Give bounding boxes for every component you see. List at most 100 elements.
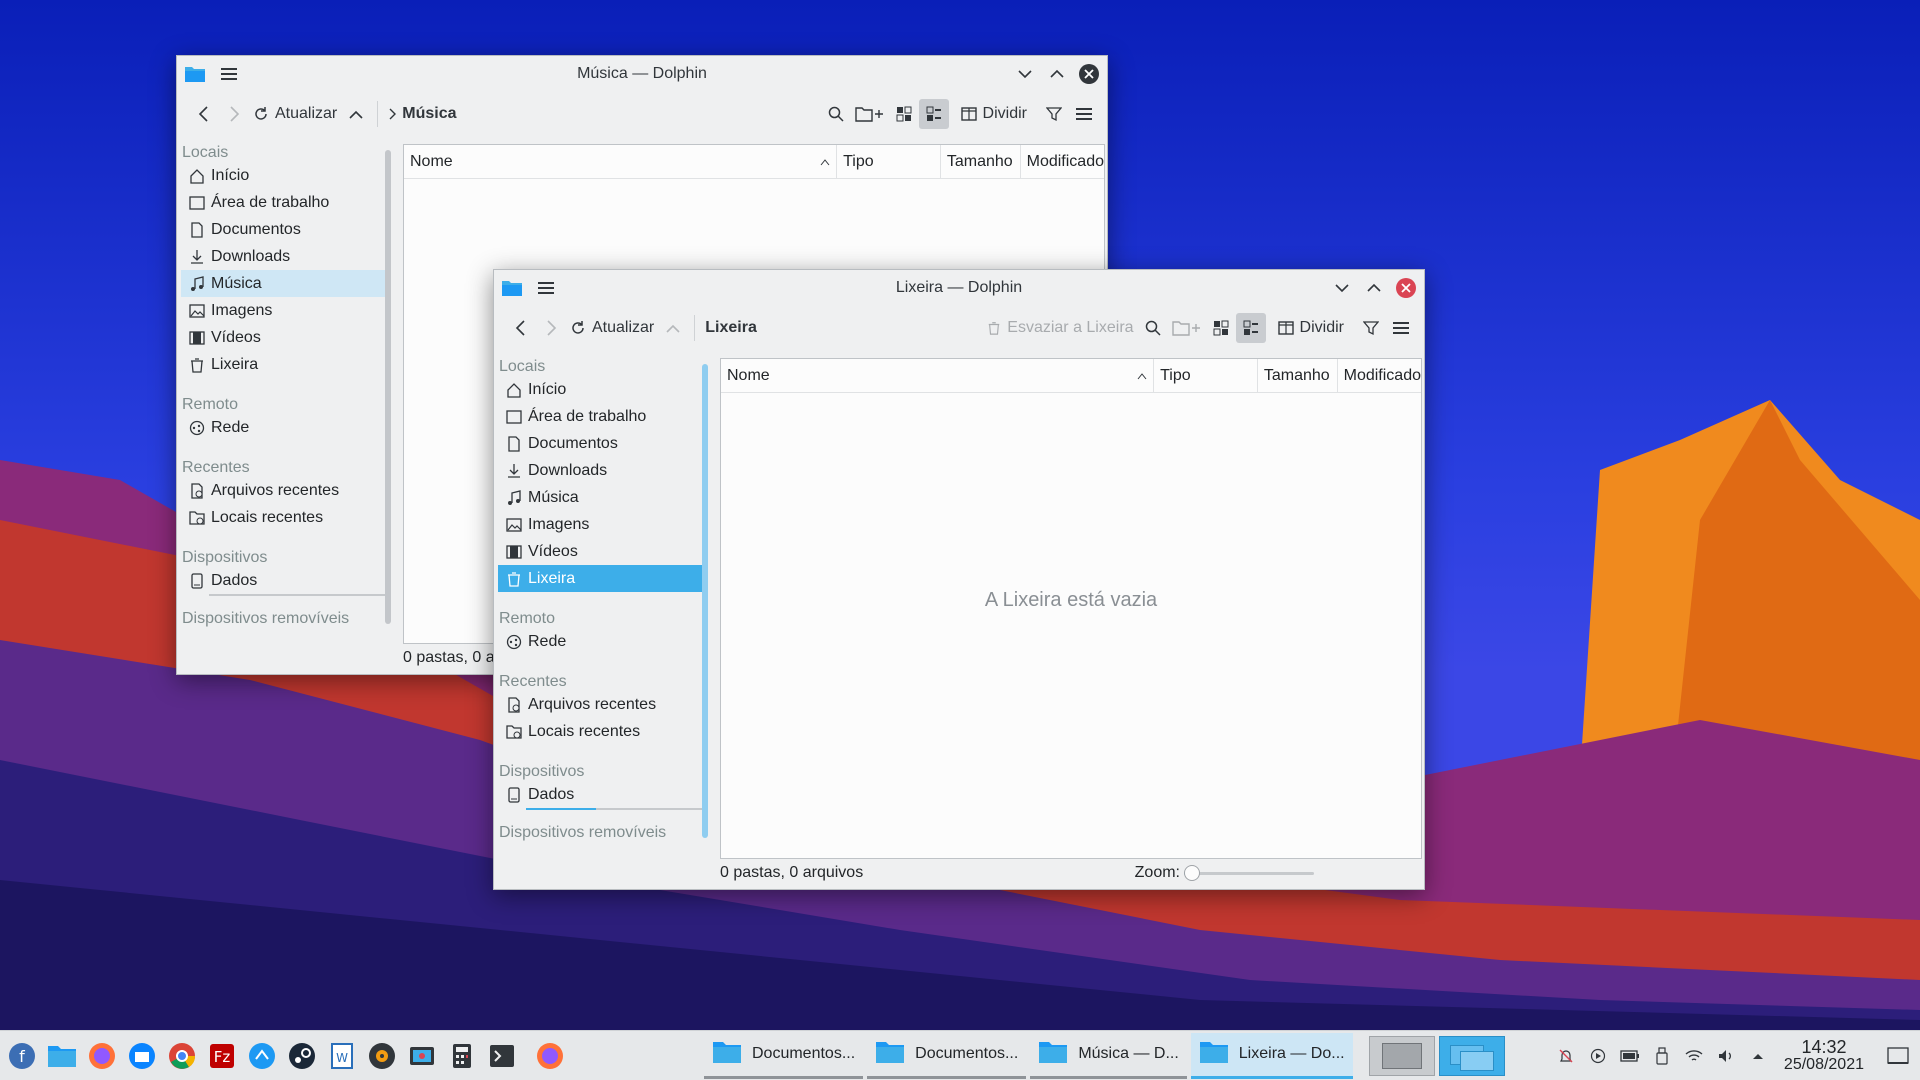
fedora-icon[interactable]: f bbox=[2, 1036, 42, 1076]
refresh-button[interactable]: Atualizar bbox=[566, 313, 658, 343]
sidebar-item-documentos[interactable]: Documentos bbox=[181, 216, 391, 243]
icons-view-button[interactable] bbox=[1206, 313, 1236, 343]
column-tamanho[interactable]: Tamanho bbox=[1258, 359, 1338, 393]
sidebar-item-recent-locations[interactable]: Locais recentes bbox=[181, 504, 391, 531]
file-view[interactable]: Nome Tipo Tamanho Modificado A Lixeira e… bbox=[720, 358, 1422, 859]
split-button[interactable]: Dividir bbox=[957, 99, 1031, 129]
breadcrumb[interactable]: Música bbox=[384, 99, 460, 129]
sidebar-scrollbar[interactable] bbox=[702, 364, 708, 838]
files-icon[interactable] bbox=[42, 1036, 82, 1076]
chrome-icon[interactable] bbox=[162, 1036, 202, 1076]
new-folder-button[interactable] bbox=[851, 99, 889, 129]
menu-button[interactable] bbox=[1069, 99, 1099, 129]
tray-expand-icon[interactable] bbox=[1742, 1040, 1774, 1072]
firefox-icon[interactable] bbox=[82, 1036, 122, 1076]
sidebar-item-imagens[interactable]: Imagens bbox=[498, 511, 708, 538]
share-icon[interactable] bbox=[242, 1036, 282, 1076]
close-button[interactable] bbox=[1394, 276, 1418, 300]
sidebar-item-recent-files[interactable]: Arquivos recentes bbox=[498, 691, 708, 718]
sidebar-item-inicio[interactable]: Início bbox=[181, 162, 391, 189]
minimize-button[interactable] bbox=[1330, 276, 1354, 300]
digital-clock[interactable]: 14:32 25/08/2021 bbox=[1784, 1038, 1864, 1074]
breadcrumb-current[interactable]: Lixeira bbox=[705, 319, 757, 337]
breadcrumb-current[interactable]: Música bbox=[402, 105, 456, 123]
maximize-button[interactable] bbox=[1362, 276, 1386, 300]
sidebar-item-recent-locations[interactable]: Locais recentes bbox=[498, 718, 708, 745]
sidebar-item-rede[interactable]: Rede bbox=[498, 628, 708, 655]
task-documentos-1[interactable]: Documentos... bbox=[704, 1033, 864, 1079]
column-modificado[interactable]: Modificado bbox=[1021, 145, 1104, 179]
icons-view-button[interactable] bbox=[889, 99, 919, 129]
split-button[interactable]: Dividir bbox=[1274, 313, 1348, 343]
sidebar-item-dados[interactable]: Dados bbox=[498, 781, 708, 808]
menu-button[interactable] bbox=[1386, 313, 1416, 343]
sidebar-item-dados[interactable]: Dados bbox=[181, 567, 391, 594]
task-lixeira[interactable]: Lixeira — Do... bbox=[1190, 1032, 1353, 1079]
filter-button[interactable] bbox=[1356, 313, 1386, 343]
sidebar-item-musica[interactable]: Música bbox=[498, 484, 708, 511]
pager-desktop-1[interactable] bbox=[1368, 1035, 1435, 1076]
sidebar-scrollbar[interactable] bbox=[385, 150, 391, 624]
maximize-button[interactable] bbox=[1045, 62, 1069, 86]
sidebar-item-desktop[interactable]: Área de trabalho bbox=[498, 403, 708, 430]
sidebar-item-documentos[interactable]: Documentos bbox=[498, 430, 708, 457]
compact-view-button[interactable] bbox=[918, 99, 949, 129]
go-up-button[interactable] bbox=[658, 313, 688, 343]
minimize-button[interactable] bbox=[1013, 62, 1037, 86]
thunderbird-icon[interactable] bbox=[122, 1036, 162, 1076]
battery-icon[interactable] bbox=[1614, 1040, 1646, 1072]
column-nome[interactable]: Nome bbox=[404, 145, 838, 179]
screenshot-icon[interactable] bbox=[402, 1036, 442, 1076]
firefox-icon[interactable] bbox=[530, 1036, 570, 1076]
sidebar-item-videos[interactable]: Vídeos bbox=[498, 538, 708, 565]
titlebar[interactable]: Lixeira — Dolphin bbox=[494, 270, 1424, 306]
back-button[interactable] bbox=[506, 313, 536, 343]
sidebar-item-inicio[interactable]: Início bbox=[498, 376, 708, 403]
breadcrumb[interactable]: Lixeira bbox=[701, 313, 761, 343]
usb-device-icon[interactable] bbox=[1646, 1040, 1678, 1072]
sidebar-item-rede[interactable]: Rede bbox=[181, 414, 391, 441]
sidebar-item-musica[interactable]: Música bbox=[181, 270, 391, 297]
zoom-slider-handle[interactable] bbox=[1184, 865, 1200, 881]
notifications-muted-icon[interactable] bbox=[1550, 1040, 1582, 1072]
sidebar-item-downloads[interactable]: Downloads bbox=[181, 243, 391, 270]
wifi-icon[interactable] bbox=[1678, 1040, 1710, 1072]
back-button[interactable] bbox=[189, 99, 219, 129]
sidebar-item-lixeira[interactable]: Lixeira bbox=[181, 351, 391, 378]
terminal-icon[interactable] bbox=[482, 1036, 522, 1076]
pager-desktop-2[interactable] bbox=[1438, 1035, 1505, 1076]
empty-trash-button[interactable]: Esvaziar a Lixeira bbox=[983, 313, 1137, 343]
libreoffice-writer-icon[interactable]: W bbox=[322, 1036, 362, 1076]
column-tipo[interactable]: Tipo bbox=[837, 145, 941, 179]
task-musica[interactable]: Música — D... bbox=[1030, 1033, 1187, 1079]
go-up-button[interactable] bbox=[341, 99, 371, 129]
new-folder-button[interactable] bbox=[1168, 313, 1206, 343]
sidebar-item-downloads[interactable]: Downloads bbox=[498, 457, 708, 484]
filezilla-icon[interactable]: Fz bbox=[202, 1036, 242, 1076]
sidebar-item-recent-files[interactable]: Arquivos recentes bbox=[181, 477, 391, 504]
sidebar-item-imagens[interactable]: Imagens bbox=[181, 297, 391, 324]
sidebar-item-lixeira[interactable]: Lixeira bbox=[498, 565, 708, 592]
task-documentos-2[interactable]: Documentos... bbox=[867, 1033, 1027, 1079]
sidebar-item-desktop[interactable]: Área de trabalho bbox=[181, 189, 391, 216]
folder-icon[interactable] bbox=[500, 276, 524, 300]
hamburger-menu-icon[interactable] bbox=[217, 62, 241, 86]
forward-button[interactable] bbox=[219, 99, 249, 129]
titlebar[interactable]: Música — Dolphin bbox=[177, 56, 1107, 92]
show-desktop-icon[interactable] bbox=[1882, 1040, 1914, 1072]
steam-icon[interactable] bbox=[282, 1036, 322, 1076]
calculator-icon[interactable] bbox=[442, 1036, 482, 1076]
media-player-icon[interactable] bbox=[362, 1036, 402, 1076]
column-modificado[interactable]: Modificado bbox=[1338, 359, 1421, 393]
refresh-button[interactable]: Atualizar bbox=[249, 99, 341, 129]
compact-view-button[interactable] bbox=[1235, 313, 1266, 343]
media-play-icon[interactable] bbox=[1582, 1040, 1614, 1072]
forward-button[interactable] bbox=[536, 313, 566, 343]
zoom-slider[interactable] bbox=[1184, 865, 1314, 881]
filter-button[interactable] bbox=[1039, 99, 1069, 129]
column-tamanho[interactable]: Tamanho bbox=[941, 145, 1021, 179]
hamburger-menu-icon[interactable] bbox=[534, 276, 558, 300]
close-button[interactable] bbox=[1077, 62, 1101, 86]
search-button[interactable] bbox=[821, 99, 851, 129]
search-button[interactable] bbox=[1138, 313, 1168, 343]
